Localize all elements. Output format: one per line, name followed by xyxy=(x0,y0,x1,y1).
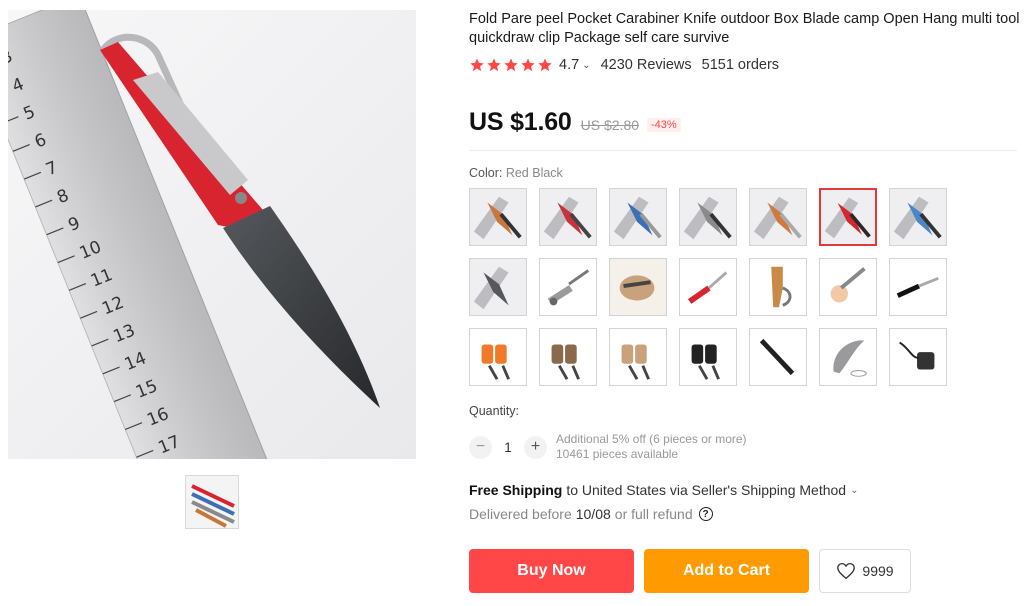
color-option[interactable] xyxy=(539,258,597,316)
quantity-increase-button[interactable]: + xyxy=(524,435,547,459)
product-title: Fold Pare peel Pocket Carabiner Knife ou… xyxy=(469,11,1020,46)
shipping-info[interactable]: Free Shipping to United States via Selle… xyxy=(469,482,858,498)
color-option[interactable] xyxy=(819,328,877,386)
stock-available: 10461 pieces available xyxy=(556,447,679,461)
bulk-discount-note: Additional 5% off (6 pieces or more) xyxy=(556,432,747,446)
main-product-image[interactable]: 345 678 91011 121314 151617 18 xyxy=(8,10,416,459)
help-icon[interactable]: ? xyxy=(698,507,713,521)
color-label-text: Color: xyxy=(469,166,503,180)
color-option[interactable] xyxy=(679,188,737,246)
quantity-decrease-button[interactable]: − xyxy=(469,435,492,459)
color-option[interactable] xyxy=(469,188,527,246)
star-icon xyxy=(521,58,535,72)
orders-count: 5151 orders xyxy=(701,57,780,73)
heart-icon xyxy=(837,562,856,580)
rating-value[interactable]: 4.7 xyxy=(559,57,579,73)
color-option[interactable] xyxy=(889,328,947,386)
quantity-stepper: − 1 + Additional 5% off (6 pieces or mor… xyxy=(469,432,747,462)
knife-set-thumbnail xyxy=(186,476,238,528)
reviews-link[interactable]: 4230 Reviews xyxy=(601,57,692,73)
color-option[interactable] xyxy=(679,328,737,386)
color-option[interactable] xyxy=(609,188,667,246)
wishlist-button[interactable]: 9999 xyxy=(819,549,911,593)
color-options xyxy=(469,188,959,386)
buy-now-button[interactable]: Buy Now xyxy=(469,549,634,593)
divider xyxy=(469,150,1017,151)
chevron-down-icon[interactable]: ⌄ xyxy=(850,485,858,496)
star-icon xyxy=(538,58,552,72)
star-icon xyxy=(487,58,501,72)
shipping-destination: to United States via Seller's Shipping M… xyxy=(566,482,847,498)
color-option[interactable] xyxy=(819,258,877,316)
refund-note: or full refund xyxy=(614,506,693,522)
color-option[interactable] xyxy=(749,328,807,386)
discount-badge: -43% xyxy=(647,118,681,132)
color-option[interactable] xyxy=(539,328,597,386)
delivery-info: Delivered before 10/08 or full refund ? xyxy=(469,506,713,522)
gallery-thumbnail[interactable] xyxy=(185,475,239,529)
wishlist-count: 9999 xyxy=(862,563,894,579)
color-option[interactable] xyxy=(679,258,737,316)
color-option[interactable] xyxy=(469,328,527,386)
current-price: US $1.60 xyxy=(469,108,572,136)
quantity-info: Additional 5% off (6 pieces or more) 104… xyxy=(556,432,747,462)
quantity-input[interactable]: 1 xyxy=(492,440,524,455)
color-option[interactable] xyxy=(469,258,527,316)
star-icon xyxy=(470,58,484,72)
rating-row: 4.7 ⌄ 4230 Reviews 5151 orders xyxy=(469,56,779,74)
product-photo-knife-ruler: 345 678 91011 121314 151617 18 xyxy=(8,10,380,459)
selected-color-name: Red Black xyxy=(505,166,563,180)
price-row: US $1.60 US $2.80 -43% xyxy=(469,108,681,137)
color-option[interactable] xyxy=(539,188,597,246)
add-to-cart-button[interactable]: Add to Cart xyxy=(644,549,809,593)
original-price: US $2.80 xyxy=(580,117,640,133)
color-option[interactable] xyxy=(889,188,947,246)
color-option[interactable] xyxy=(889,258,947,316)
star-icon xyxy=(504,58,518,72)
free-shipping-label: Free Shipping xyxy=(469,482,563,498)
color-option-selected[interactable] xyxy=(819,188,877,246)
color-label: Color: Red Black xyxy=(469,166,563,180)
rating-stars xyxy=(469,57,553,73)
color-option[interactable] xyxy=(749,258,807,316)
color-option[interactable] xyxy=(749,188,807,246)
delivered-before-label: Delivered before xyxy=(469,506,572,522)
color-option[interactable] xyxy=(609,258,667,316)
delivery-date: 10/08 xyxy=(575,506,611,522)
chevron-down-icon[interactable]: ⌄ xyxy=(582,60,590,71)
color-option[interactable] xyxy=(609,328,667,386)
quantity-label: Quantity: xyxy=(469,404,520,418)
